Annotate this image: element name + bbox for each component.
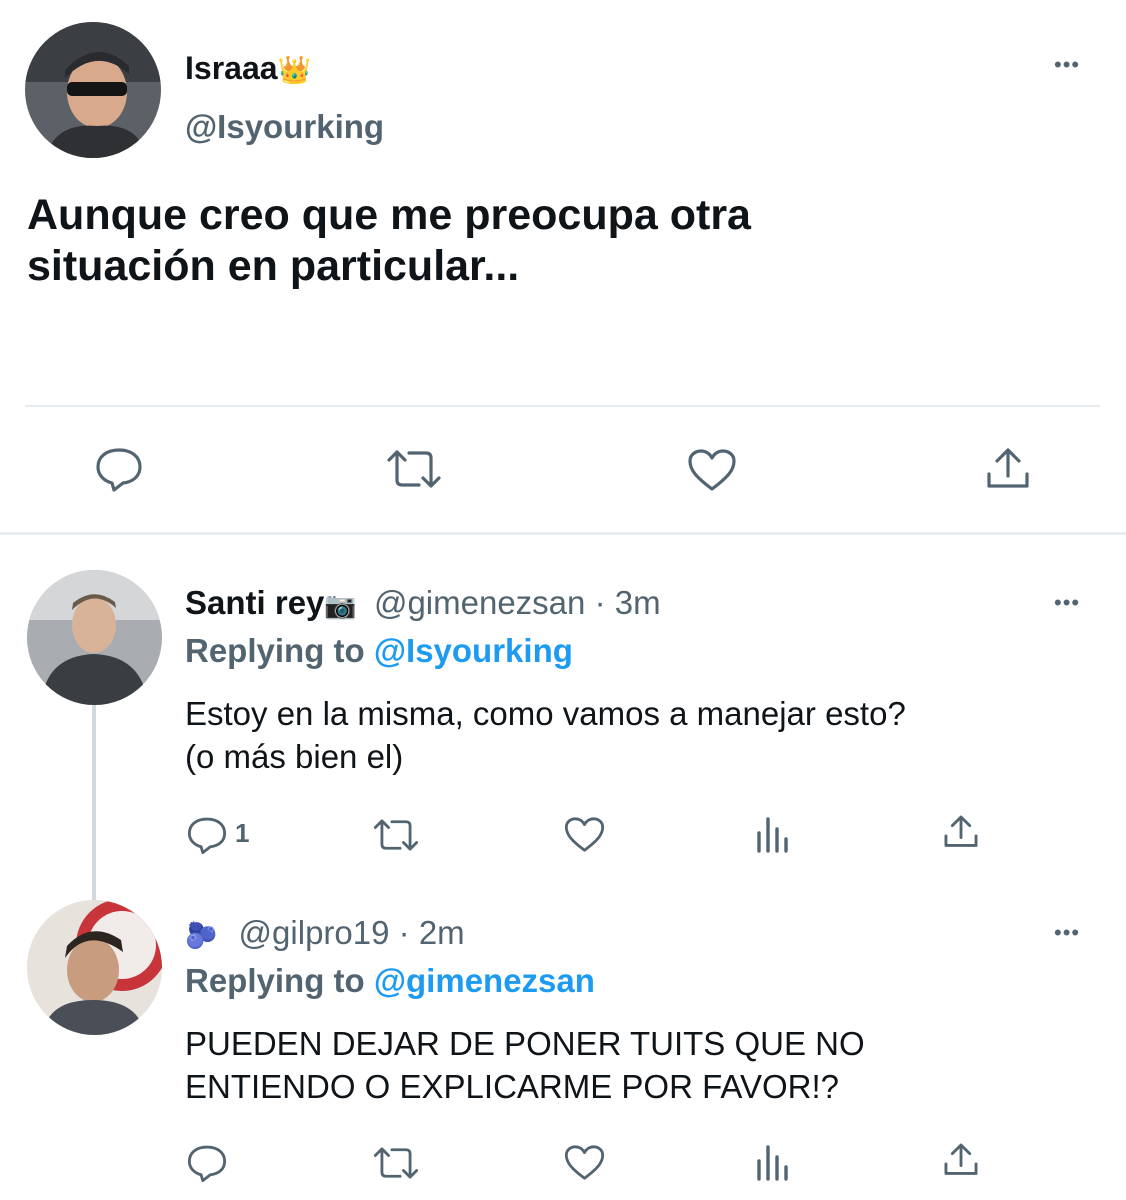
reply2-header: 🫐 @gilpro19 · 2m [185,914,465,952]
main-display-name-text: Israaa [185,50,278,86]
avatar-image [27,900,162,1035]
reply2-text-line1: PUEDEN DEJAR DE PONER TUITS QUE NO [185,1025,865,1062]
replying-to-handle-link[interactable]: @gimenezsan [374,962,595,999]
retweet-icon[interactable] [385,448,443,490]
avatar-santi-rey[interactable] [27,570,162,705]
main-tweet-text: Aunque creo que me preocupa otra situaci… [27,190,751,292]
reply1-timestamp[interactable]: 3m [615,584,661,621]
avatar-israaa[interactable] [25,22,161,158]
reply-icon[interactable] [94,446,144,492]
more-options-icon[interactable]: ••• [1054,922,1080,944]
reply1-text: Estoy en la misma, como vamos a manejar … [185,692,906,778]
main-tweet-text-line1: Aunque creo que me preocupa otra [27,191,751,239]
divider [25,405,1100,407]
share-icon[interactable] [942,1141,980,1179]
more-options-icon[interactable]: ••• [1054,592,1080,614]
reply2-separator: · [398,914,410,951]
analytics-icon[interactable] [755,1143,791,1181]
replying-to-handle-link[interactable]: @Isyourking [374,632,573,669]
reply1-reply-count: 1 [235,818,250,848]
like-icon[interactable] [686,447,738,493]
replying-to-label: Replying to [185,962,365,999]
camera-emoji-icon: 📷 [324,590,357,620]
section-divider [0,532,1126,535]
analytics-icon[interactable] [755,815,791,853]
reply2-handle[interactable]: @gilpro19 [239,914,390,951]
reply2-text: PUEDEN DEJAR DE PONER TUITS QUE NO ENTIE… [185,1022,865,1108]
reply-icon[interactable] [186,1143,228,1183]
blueberries-emoji-icon: 🫐 [185,920,218,950]
reply1-header: Santi rey📷 @gimenezsan · 3m [185,584,661,622]
main-tweet-text-line2: situación en particular... [27,242,520,290]
avatar-gilpro19[interactable] [27,900,162,1035]
like-icon[interactable] [563,815,606,854]
main-display-name[interactable]: Israaa👑 [185,50,311,87]
thread-line [92,705,96,900]
retweet-icon[interactable] [372,817,420,853]
reply-icon[interactable] [186,815,228,855]
crown-emoji-icon: 👑 [277,55,312,85]
reply2-replying-to: Replying to @gimenezsan [185,962,595,1000]
replying-to-label: Replying to [185,632,365,669]
reply2-text-line2: ENTIENDO O EXPLICARME POR FAVOR!? [185,1068,840,1105]
avatar-image [27,570,162,705]
reply1-text-line2: (o más bien el) [185,738,404,775]
share-icon[interactable] [942,813,980,851]
retweet-icon[interactable] [372,1145,420,1181]
avatar-image [25,22,161,158]
more-options-icon[interactable]: ••• [1054,54,1080,76]
main-handle[interactable]: @Isyourking [185,108,384,146]
reply2-timestamp[interactable]: 2m [419,914,465,951]
reply1-display-name[interactable]: Santi rey [185,584,324,621]
like-icon[interactable] [563,1143,606,1182]
share-icon[interactable] [984,446,1032,492]
reply1-separator: · [594,584,606,621]
reply1-text-line1: Estoy en la misma, como vamos a manejar … [185,695,906,732]
reply1-replying-to: Replying to @Isyourking [185,632,573,670]
reply1-handle[interactable]: @gimenezsan [374,584,585,621]
